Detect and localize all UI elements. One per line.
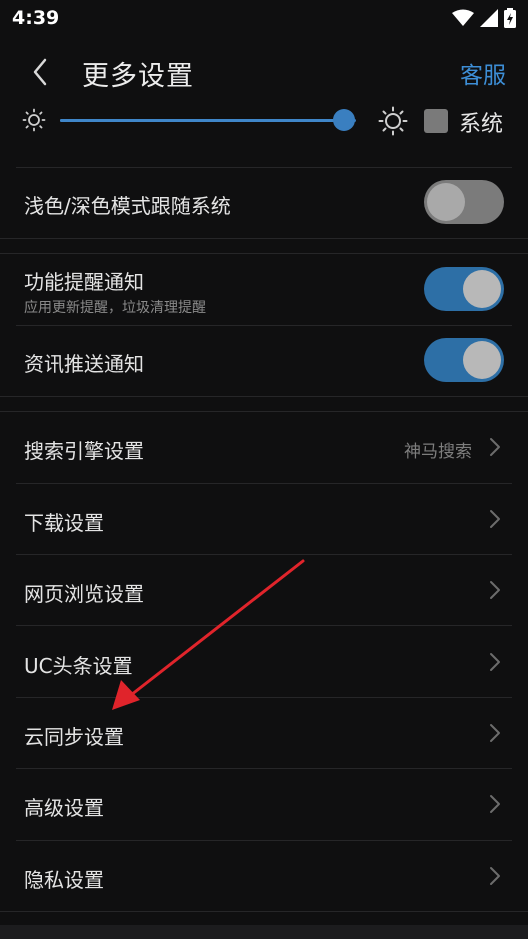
status-time: 4:39: [12, 7, 60, 29]
feature-notify-toggle[interactable]: [424, 267, 504, 311]
menu-item-label: UC头条设置: [24, 654, 133, 678]
menu-item-label: 网页浏览设置: [24, 582, 144, 606]
news-push-label: 资讯推送通知: [24, 352, 144, 376]
system-brightness-checkbox[interactable]: [424, 109, 448, 133]
feature-notify-row[interactable]: 功能提醒通知 应用更新提醒，垃圾清理提醒: [0, 254, 528, 325]
chevron-right-icon: [490, 724, 500, 742]
page-title: 更多设置: [82, 61, 194, 92]
menu-item-download[interactable]: 下载设置: [0, 484, 528, 554]
feature-notify-subtitle: 应用更新提醒，垃圾清理提醒: [24, 300, 206, 316]
menu-item-value: 神马搜索: [404, 442, 472, 462]
brightness-slider[interactable]: [60, 109, 356, 131]
menu-item-search-engine[interactable]: 搜索引擎设置 神马搜索: [0, 412, 528, 483]
slider-thumb[interactable]: [333, 109, 356, 131]
theme-follow-toggle[interactable]: [424, 180, 504, 224]
brightness-low-icon: [22, 108, 46, 132]
theme-follow-label: 浅色/深色模式跟随系统: [24, 194, 231, 218]
divider: [0, 396, 528, 397]
chevron-right-icon: [490, 581, 500, 599]
menu-item-label: 高级设置: [24, 796, 104, 820]
bottom-bar: [0, 925, 528, 939]
chevron-left-icon: [33, 58, 47, 86]
menu-item-uc-headlines[interactable]: UC头条设置: [0, 626, 528, 697]
menu-item-privacy[interactable]: 隐私设置: [0, 841, 528, 911]
toggle-knob: [463, 270, 501, 308]
divider: [0, 911, 528, 912]
system-brightness-label: 系统: [459, 112, 504, 137]
theme-follow-row[interactable]: 浅色/深色模式跟随系统: [0, 168, 528, 238]
battery-icon: [504, 8, 516, 28]
toggle-knob: [463, 341, 501, 379]
news-push-toggle[interactable]: [424, 338, 504, 382]
menu-item-web-browsing[interactable]: 网页浏览设置: [0, 555, 528, 625]
menu-item-label: 搜索引擎设置: [24, 439, 144, 463]
brightness-high-icon: [378, 106, 408, 136]
chevron-right-icon: [490, 510, 500, 528]
chevron-right-icon: [490, 438, 500, 456]
chevron-right-icon: [490, 795, 500, 813]
divider: [0, 238, 528, 239]
feature-notify-label: 功能提醒通知: [24, 270, 144, 294]
customer-service-button[interactable]: 客服: [460, 56, 506, 90]
menu-item-label: 下载设置: [24, 511, 104, 535]
menu-item-label: 隐私设置: [24, 868, 104, 892]
toggle-knob: [427, 183, 465, 221]
chevron-right-icon: [490, 867, 500, 885]
back-button[interactable]: [22, 54, 58, 90]
wifi-icon: [452, 9, 474, 26]
slider-fill: [60, 119, 345, 122]
news-push-row[interactable]: 资讯推送通知: [0, 326, 528, 396]
menu-item-label: 云同步设置: [24, 725, 124, 749]
status-bar: 4:39: [0, 0, 528, 36]
cell-signal-icon: [480, 9, 498, 27]
header: 更多设置 客服: [0, 46, 528, 100]
menu-item-advanced[interactable]: 高级设置: [0, 769, 528, 840]
brightness-row: 系统: [0, 100, 528, 140]
menu-item-cloud-sync[interactable]: 云同步设置: [0, 698, 528, 768]
status-icons: [452, 8, 516, 28]
chevron-right-icon: [490, 653, 500, 671]
